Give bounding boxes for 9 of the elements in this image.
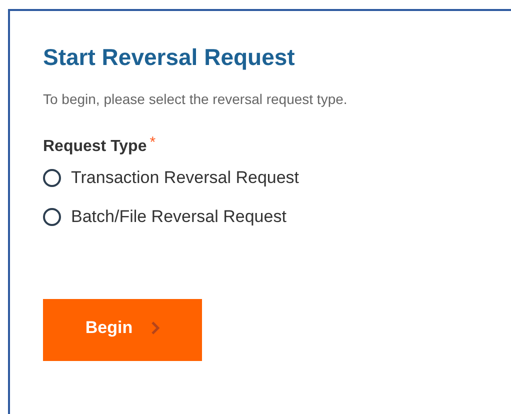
radio-button[interactable] <box>43 208 61 226</box>
page-title: Start Reversal Request <box>43 44 296 71</box>
radio-button[interactable] <box>43 169 61 187</box>
required-mark: * <box>150 134 156 151</box>
radio-option[interactable]: Transaction Reversal Request <box>43 168 511 188</box>
radio-option[interactable]: Batch/File Reversal Request <box>43 207 511 227</box>
intro-text: To begin, please select the reversal request type. <box>43 91 348 107</box>
chevron-right-icon <box>150 321 160 335</box>
field-label: Request Type <box>43 138 147 156</box>
